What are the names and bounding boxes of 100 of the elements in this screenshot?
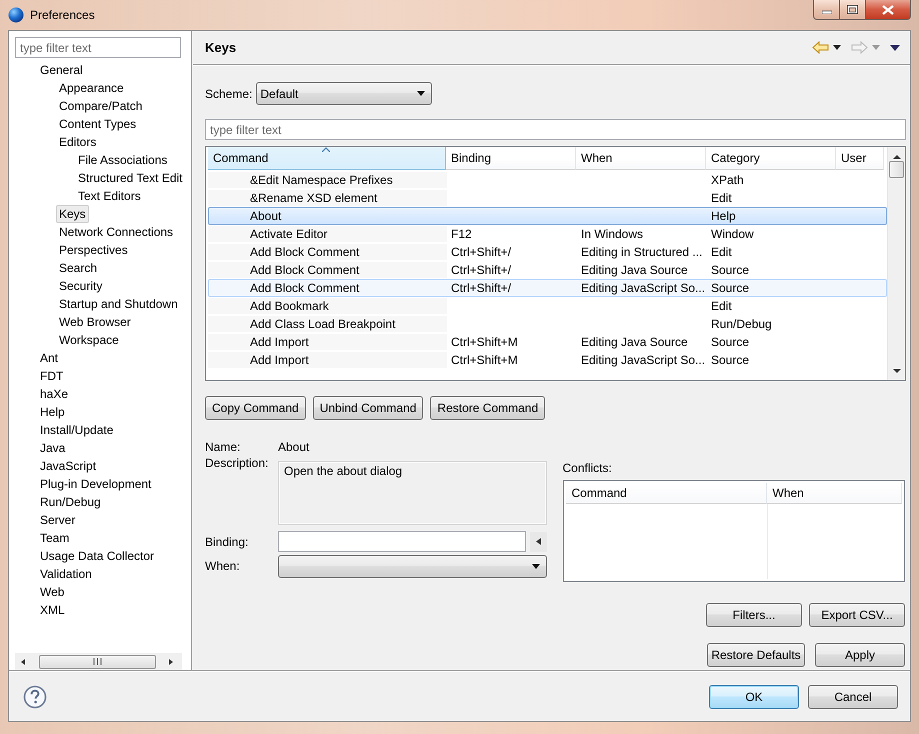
table-cell-text: Ctrl+Shift+/ (450, 280, 512, 296)
minimize-button[interactable] (813, 0, 840, 20)
table-cell-text: About (249, 208, 282, 224)
tree-item[interactable]: Validation (37, 565, 95, 583)
column-header[interactable]: When (766, 483, 902, 504)
tree-item[interactable]: Appearance (56, 79, 127, 97)
tree-item[interactable]: haXe (37, 385, 72, 403)
help-icon[interactable] (23, 684, 47, 709)
tree-item[interactable]: File Associations (75, 151, 170, 169)
maximize-button[interactable] (840, 0, 866, 20)
name-value: About (278, 440, 310, 456)
table-cell-text: Help (710, 208, 737, 224)
tree-item[interactable]: Network Connections (56, 223, 176, 241)
tree-item[interactable]: JavaScript (37, 457, 100, 475)
table-cell-text: Source (710, 280, 750, 296)
tree-item[interactable]: Web (37, 583, 68, 601)
tree-item[interactable]: Structured Text Edit (75, 169, 186, 187)
dialog-button[interactable]: Cancel (808, 684, 898, 709)
filter-field[interactable]: type filter text (205, 119, 906, 140)
column-header[interactable]: Command (208, 147, 446, 170)
action-button[interactable]: Apply (815, 643, 905, 667)
filter-field[interactable]: type filter text (15, 37, 181, 58)
scroll-right-icon[interactable] (167, 658, 175, 666)
tree-item[interactable]: Security (56, 277, 106, 295)
dropdown-caret-icon[interactable] (833, 45, 841, 50)
tree-item[interactable]: Perspectives (56, 241, 131, 259)
table-cell: Add Block Comment (208, 262, 447, 278)
tree-item[interactable]: Run/Debug (37, 493, 104, 511)
table-row[interactable]: Add Block Comment Ctrl+Shift+/ Editing JavaScript So... Source (208, 279, 887, 297)
binding-menu-button[interactable] (530, 532, 547, 552)
binding-field[interactable] (278, 531, 526, 552)
description-label: Description: (205, 456, 270, 470)
table-cell: Add Block Comment (208, 244, 447, 260)
tree-item[interactable]: Team (37, 529, 72, 547)
table-cell-text: F12 (450, 226, 473, 242)
scroll-left-icon[interactable] (19, 658, 27, 666)
table-cell-text: Add Block Comment (249, 280, 360, 296)
column-header[interactable]: Binding (446, 147, 576, 170)
command-button[interactable]: Unbind Command (312, 396, 424, 420)
close-icon (882, 4, 894, 14)
tree-item[interactable]: Keys (56, 205, 89, 223)
column-header[interactable]: Command (566, 483, 766, 504)
tree-item[interactable]: FDT (37, 367, 66, 385)
tree-item[interactable]: Editors (56, 133, 100, 151)
view-menu-icon[interactable] (890, 44, 900, 50)
tree-item[interactable]: Startup and Shutdown (56, 295, 181, 313)
command-button[interactable]: Copy Command (205, 396, 306, 420)
table-cell-text: Edit (710, 190, 733, 206)
table-cell-text: Edit (710, 244, 733, 260)
tree-item[interactable]: Ant (37, 349, 62, 367)
scroll-up-icon[interactable] (892, 154, 900, 159)
tree-item[interactable]: Install/Update (37, 421, 116, 439)
command-button[interactable]: Restore Command (430, 396, 546, 420)
tree-item[interactable]: Help (37, 403, 68, 421)
close-button[interactable] (866, 0, 911, 20)
description-box: Open the about dialog (278, 461, 547, 525)
table-cell-text: Ctrl+Shift+/ (450, 244, 512, 260)
tree-item[interactable]: General (37, 61, 86, 79)
tree-item[interactable]: Java (37, 439, 68, 457)
horizontal-scrollbar[interactable] (15, 653, 182, 670)
tree-item[interactable]: Text Editors (75, 187, 144, 205)
table-cell-text: Editing JavaScript So... (580, 280, 706, 296)
tree-item[interactable]: Compare/Patch (56, 97, 146, 115)
column-header[interactable]: User (836, 147, 884, 170)
tree-item[interactable]: Usage Data Collector (37, 547, 158, 565)
scheme-dropdown[interactable]: Default (256, 82, 432, 105)
table-cell: &Rename XSD element (208, 190, 447, 206)
vertical-scrollbar[interactable] (887, 147, 905, 380)
tree-item[interactable]: Web Browser (56, 313, 134, 331)
table-cell-text: Editing in Structured ... (580, 244, 704, 260)
tree-item[interactable]: Search (56, 259, 100, 277)
scroll-thumb[interactable] (889, 161, 904, 178)
table-cell: Add Import (208, 334, 447, 350)
scheme-label: Scheme: (205, 86, 252, 100)
tree-item[interactable]: Workspace (56, 331, 122, 349)
binding-label: Binding: (205, 534, 250, 548)
scroll-down-icon[interactable] (892, 369, 900, 374)
table-cell: Add Class Load Breakpoint (208, 316, 447, 332)
action-button[interactable]: Export CSV... (809, 603, 905, 627)
sort-icon (322, 147, 330, 152)
dialog-button[interactable]: OK (709, 684, 799, 709)
window-title: Preferences (30, 8, 95, 22)
table-cell-text: Editing Java Source (580, 334, 689, 350)
column-header[interactable]: Category (706, 147, 836, 170)
tree-item[interactable]: XML (37, 601, 68, 619)
caret-icon (536, 538, 541, 545)
tree-item[interactable]: Server (37, 511, 78, 529)
action-button[interactable]: Restore Defaults (707, 643, 805, 667)
table-cell-text: Source (710, 352, 750, 368)
page-title: Keys (205, 40, 238, 55)
column-header[interactable]: When (576, 147, 706, 170)
when-dropdown[interactable] (278, 555, 547, 578)
tree-item[interactable]: Content Types (56, 115, 140, 133)
maximize-icon (847, 5, 858, 14)
table-row[interactable]: About Help (208, 207, 887, 225)
table-cell: Add Import (208, 352, 447, 368)
table-cell-text: Source (710, 262, 750, 278)
tree-item[interactable]: Plug-in Development (37, 475, 154, 493)
action-button[interactable]: Filters... (706, 603, 802, 627)
table-cell: Activate Editor (208, 226, 447, 242)
